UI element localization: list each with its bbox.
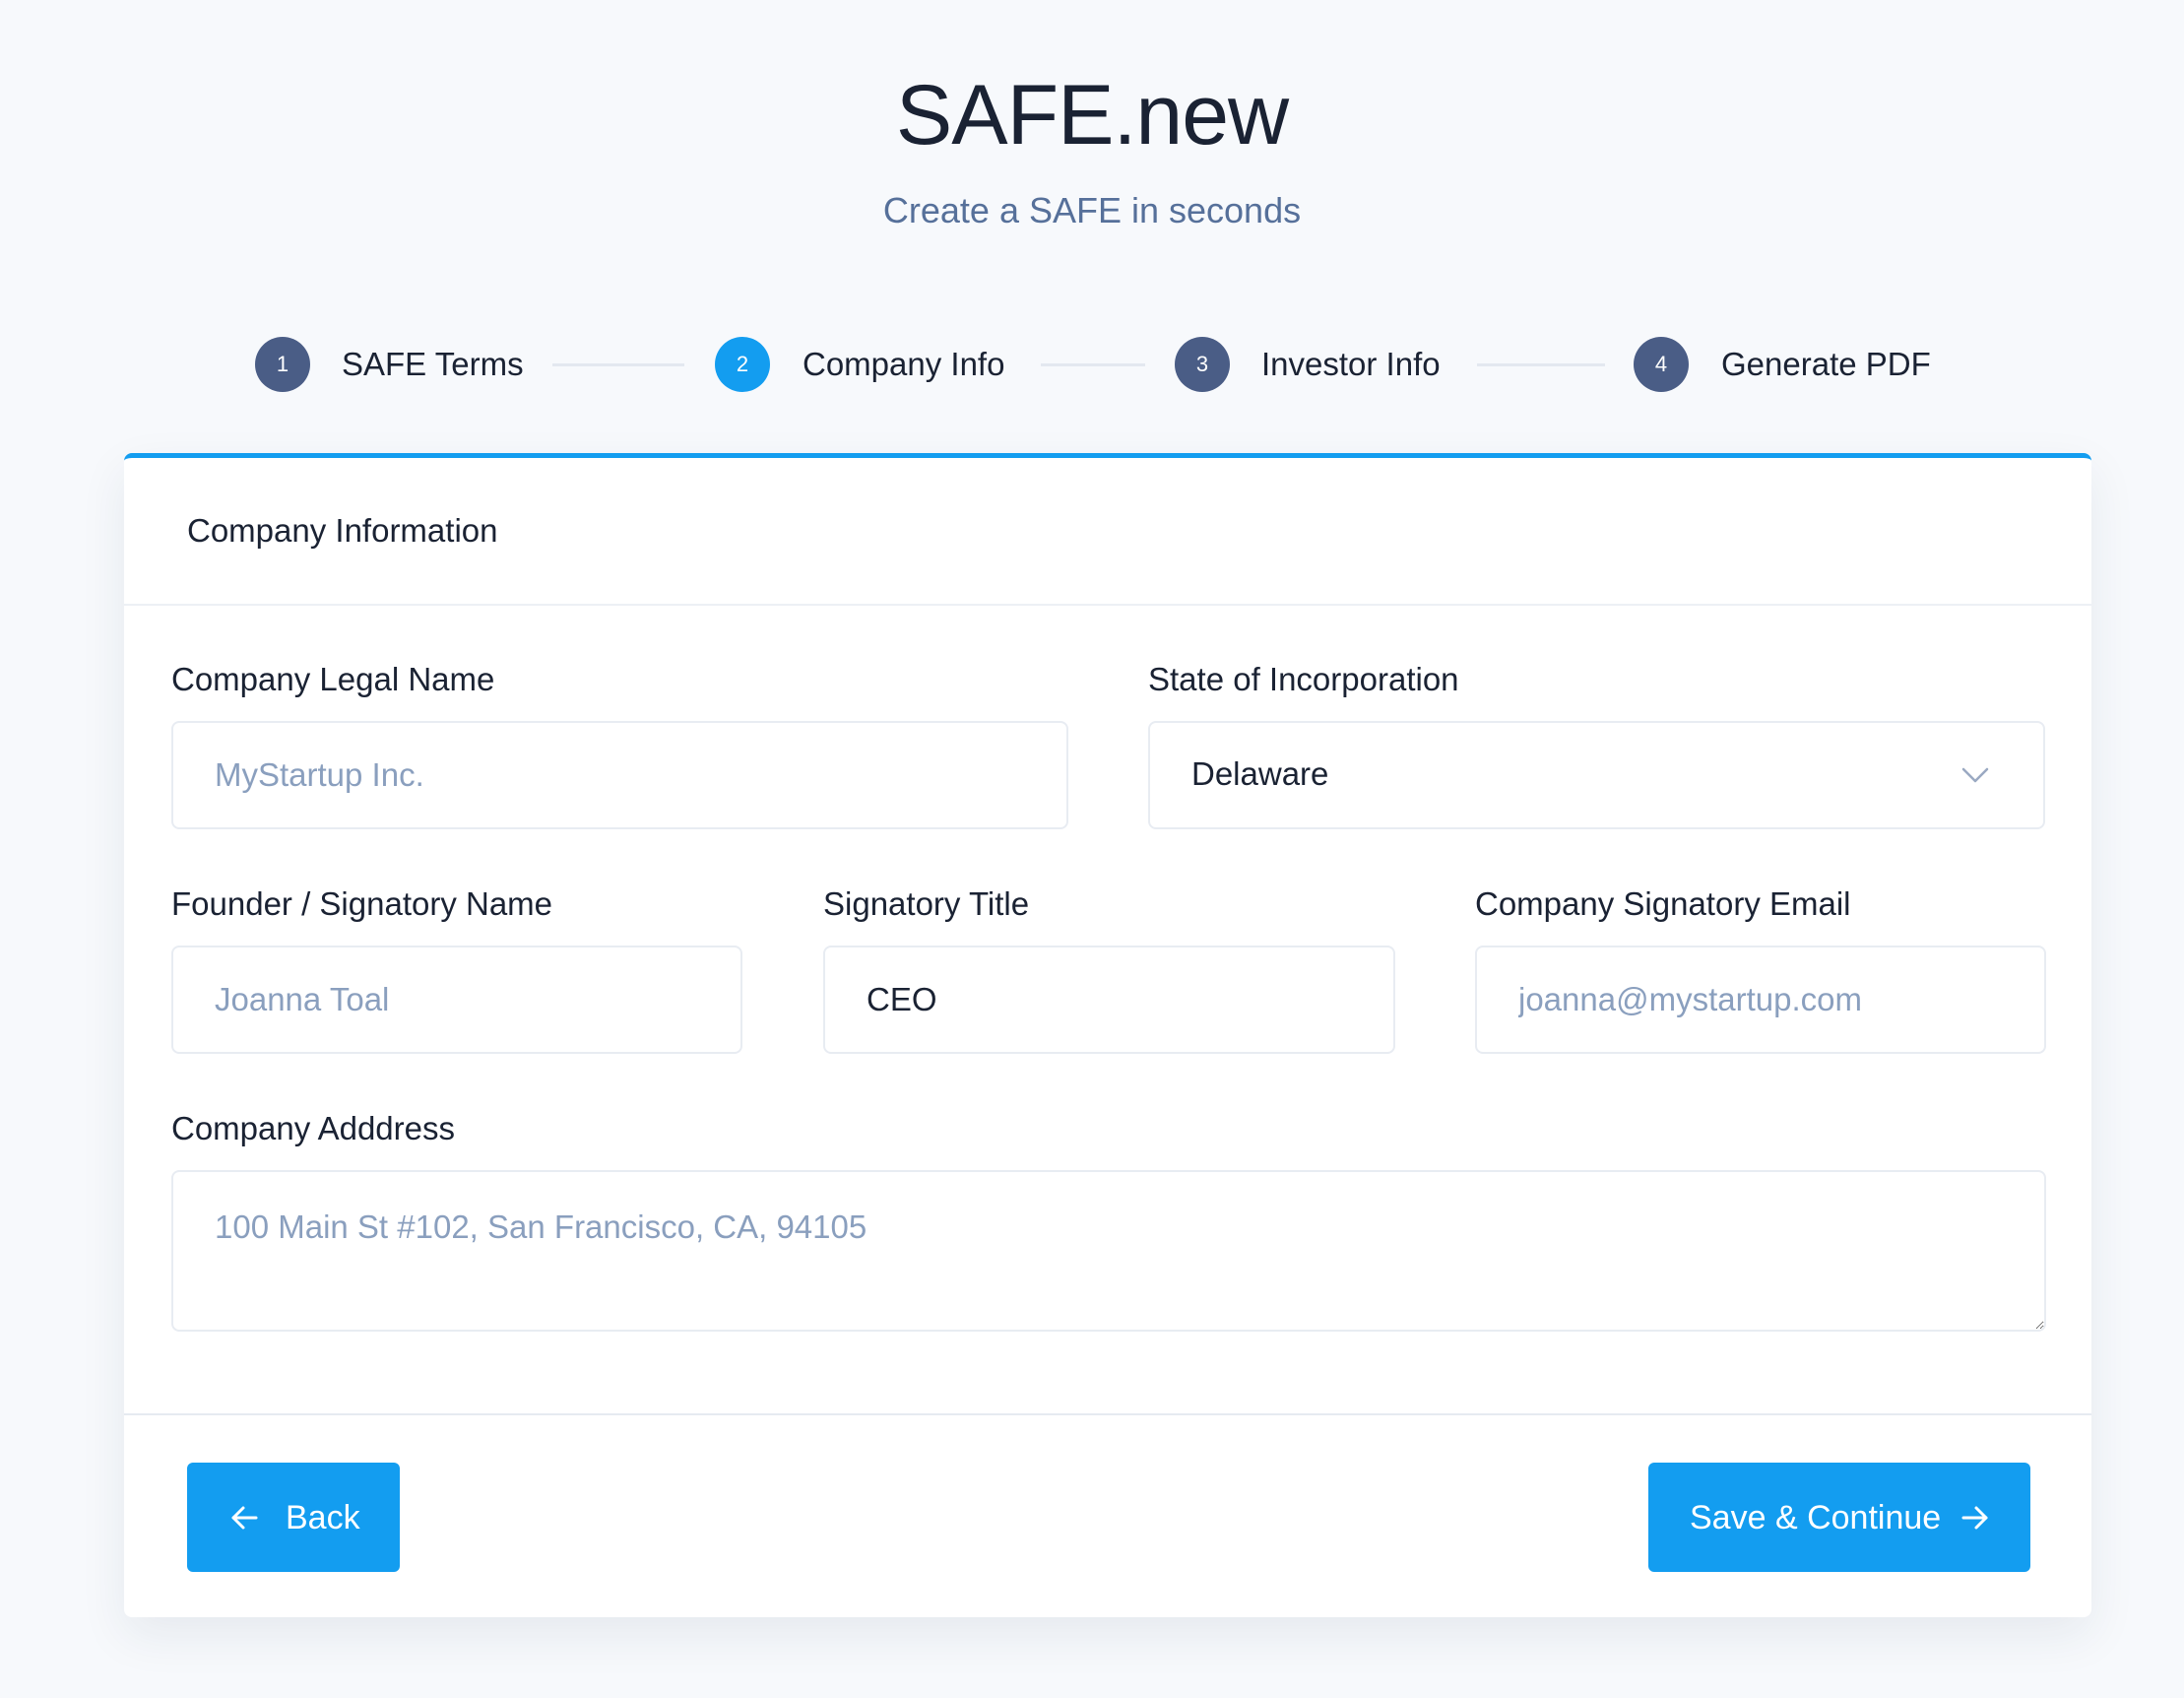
step-4-label[interactable]: Generate PDF <box>1721 343 1931 386</box>
step-3-number[interactable]: 3 <box>1175 337 1230 392</box>
step-4-number[interactable]: 4 <box>1634 337 1689 392</box>
back-button-label: Back <box>286 1499 360 1536</box>
legal-name-input[interactable] <box>171 721 1068 829</box>
save-continue-button[interactable]: Save & Continue <box>1648 1463 2030 1572</box>
footer-divider <box>124 1413 2091 1415</box>
arrow-left-icon <box>231 1506 258 1530</box>
state-select[interactable]: Delaware <box>1148 721 2045 829</box>
save-continue-label: Save & Continue <box>1690 1499 1942 1536</box>
arrow-right-icon <box>1961 1506 1988 1530</box>
step-connector <box>1041 363 1145 366</box>
card-title: Company Information <box>187 512 498 549</box>
address-textarea[interactable] <box>171 1170 2046 1332</box>
company-info-card: Company Information Company Legal Name S… <box>124 453 2091 1617</box>
address-label: Company Adddress <box>171 1110 455 1146</box>
app-subtitle: Create a SAFE in seconds <box>882 190 1302 230</box>
step-3-label[interactable]: Investor Info <box>1261 343 1441 386</box>
back-button[interactable]: Back <box>187 1463 400 1572</box>
step-2-number[interactable]: 2 <box>715 337 770 392</box>
step-2-label[interactable]: Company Info <box>803 343 1004 386</box>
legal-name-label: Company Legal Name <box>171 661 495 697</box>
step-connector <box>552 363 684 366</box>
progress-stepper: 1 SAFE Terms 2 Company Info 3 Investor I… <box>0 335 2184 394</box>
step-1-number[interactable]: 1 <box>255 337 310 392</box>
app-title: SAFE.new <box>895 68 1289 163</box>
step-1-label[interactable]: SAFE Terms <box>342 343 524 386</box>
chevron-down-icon <box>1961 767 1989 783</box>
signatory-email-input[interactable] <box>1475 946 2046 1054</box>
signatory-email-label: Company Signatory Email <box>1475 885 1851 922</box>
signatory-title-input[interactable] <box>823 946 1395 1054</box>
founder-name-label: Founder / Signatory Name <box>171 885 553 922</box>
founder-name-input[interactable] <box>171 946 742 1054</box>
state-label: State of Incorporation <box>1148 661 1459 697</box>
signatory-title-label: Signatory Title <box>823 885 1030 922</box>
state-select-value: Delaware <box>1191 755 1329 792</box>
step-connector <box>1477 363 1605 366</box>
card-header: Company Information <box>124 458 2091 606</box>
